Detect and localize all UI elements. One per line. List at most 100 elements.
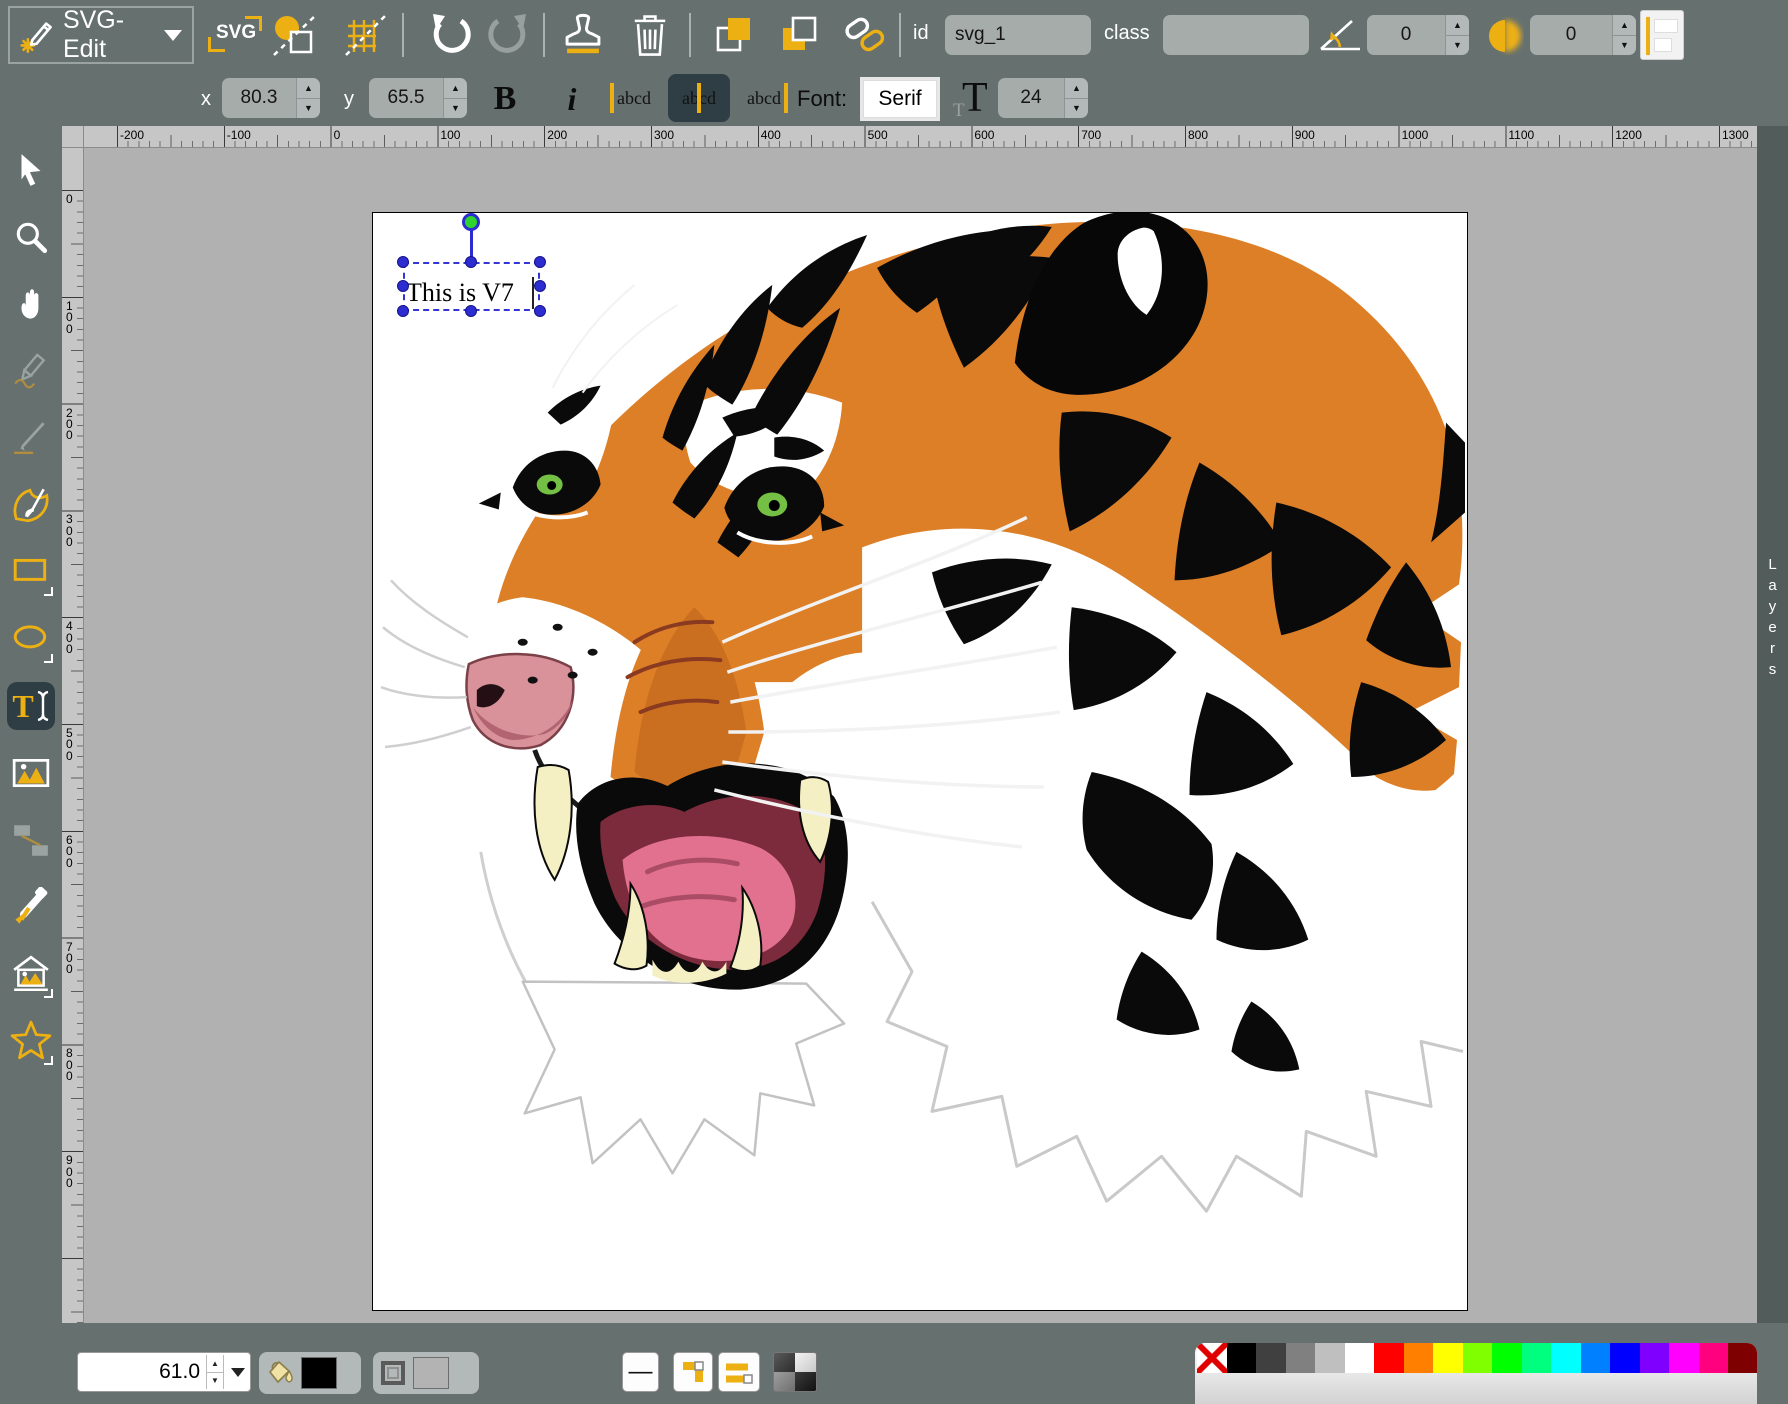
palette-swatch-none[interactable] [1197,1343,1227,1373]
tool-rectangle[interactable] [7,548,55,596]
tool-ellipse[interactable] [7,615,55,663]
stroke-linejoin-button[interactable] [673,1352,713,1392]
clone-button[interactable] [558,10,608,65]
move-to-back-button[interactable] [777,12,823,63]
stroke-linecap-button[interactable] [718,1352,760,1392]
fill-color-control[interactable] [259,1352,361,1394]
font-size-input[interactable] [998,78,1064,118]
palette-swatch[interactable] [1374,1343,1404,1373]
tool-zoom[interactable] [7,213,55,261]
palette-swatch[interactable] [1345,1343,1375,1373]
element-id-input[interactable] [945,15,1091,55]
selection-handle-se[interactable] [534,305,546,317]
selection-handle-n[interactable] [465,256,477,268]
make-link-button[interactable] [840,12,888,63]
tool-text[interactable]: T [7,682,55,730]
layers-panel-toggle[interactable]: Layers [1757,126,1788,1323]
selection-handle-e[interactable] [534,280,546,292]
spinner-down-icon[interactable]: ▼ [444,99,467,119]
stroke-dash-button[interactable]: — [622,1352,659,1392]
palette-swatch[interactable] [1315,1343,1345,1373]
text-anchor-start-button[interactable]: abcd [608,74,660,122]
palette-swatch[interactable] [1227,1343,1257,1373]
wireframe-grid-button[interactable] [342,12,390,63]
spinner-down-icon[interactable]: ▼ [207,1373,223,1390]
stroke-color-control[interactable] [373,1352,479,1394]
align-rect-icon [1654,19,1678,33]
selection-handle-s[interactable] [465,305,477,317]
palette-swatch[interactable] [1522,1343,1552,1373]
palette-swatch[interactable] [1581,1343,1611,1373]
spinner-up-icon[interactable]: ▲ [297,78,320,99]
text-anchor-end-button[interactable]: abcd [738,74,790,122]
spinner-down-icon[interactable]: ▼ [1446,36,1469,56]
tool-path[interactable] [7,481,55,529]
selection-handle-sw[interactable] [397,305,409,317]
angle-input[interactable] [1367,15,1445,55]
bold-button[interactable]: B [485,76,525,122]
tool-select[interactable] [7,146,55,194]
tool-line[interactable] [7,414,55,462]
source-editor-button[interactable]: SVG [208,14,264,56]
spinner-down-icon[interactable]: ▼ [1613,36,1636,56]
palette-swatch[interactable] [1492,1343,1522,1373]
redo-button[interactable] [486,12,532,63]
x-coordinate-input[interactable] [222,78,296,118]
text-cursor-icon [36,689,50,723]
palette-swatch[interactable] [1404,1343,1434,1373]
tool-star[interactable] [7,1017,55,1065]
v-ruler-label: 5 0 0 [66,728,73,762]
align-panel-button[interactable] [1640,10,1684,60]
spinner-down-icon[interactable]: ▼ [1065,99,1088,119]
palette-swatch[interactable] [1610,1343,1640,1373]
main-menu-button[interactable]: SVG-Edit [8,6,194,64]
spinner-up-icon[interactable]: ▲ [444,78,467,99]
tool-shape-library[interactable] [7,950,55,998]
align-rect-icon [1654,38,1672,52]
tool-pencil[interactable] [7,347,55,395]
palette-swatch[interactable] [1728,1343,1757,1373]
move-to-front-button[interactable] [712,12,758,63]
selection-handle-ne[interactable] [534,256,546,268]
y-coordinate-input[interactable] [369,78,443,118]
fill-color-swatch[interactable] [301,1357,337,1389]
delete-button[interactable] [626,10,674,65]
palette-swatch[interactable] [1551,1343,1581,1373]
tool-eyedropper[interactable] [7,883,55,931]
undo-button[interactable] [427,12,473,63]
italic-button[interactable]: i [552,76,592,122]
svg-canvas[interactable] [372,212,1468,1311]
spinner-up-icon[interactable]: ▲ [1065,78,1088,99]
font-family-button[interactable]: Serif [863,80,937,118]
spinner-down-icon[interactable]: ▼ [297,99,320,119]
tool-connector[interactable] [7,816,55,864]
zoom-control[interactable]: 61.0 ▲ ▼ [77,1352,251,1392]
blur-input[interactable] [1530,15,1612,55]
h-ruler-label: 1100 [1508,128,1534,142]
spinner-up-icon[interactable]: ▲ [207,1355,223,1373]
selection-handle-nw[interactable] [397,256,409,268]
rotate-grip[interactable] [462,213,480,231]
palette-swatch[interactable] [1256,1343,1286,1373]
image-tool-button[interactable] [272,12,322,63]
selection-handle-w[interactable] [397,280,409,292]
text-anchor-middle-button[interactable]: abcd [668,74,730,122]
shape-library-icon [11,954,51,994]
zoom-dropdown-button[interactable] [224,1368,250,1377]
toolbar-separator [899,13,901,57]
palette-swatch[interactable] [1433,1343,1463,1373]
move-front-icon [712,12,758,58]
palette-swatch[interactable] [1669,1343,1699,1373]
spinner-up-icon[interactable]: ▲ [1446,15,1469,36]
palette-swatch[interactable] [1640,1343,1670,1373]
palette-swatch[interactable] [1286,1343,1316,1373]
paint-bucket-icon [265,1358,295,1388]
tool-image[interactable] [7,749,55,797]
tool-pan[interactable] [7,280,55,328]
stroke-color-swatch[interactable] [413,1357,449,1389]
palette-swatch[interactable] [1699,1343,1729,1373]
element-class-input[interactable] [1163,15,1309,55]
palette-swatch[interactable] [1463,1343,1493,1373]
spinner-up-icon[interactable]: ▲ [1613,15,1636,36]
svgedit-logo-icon [20,15,55,55]
